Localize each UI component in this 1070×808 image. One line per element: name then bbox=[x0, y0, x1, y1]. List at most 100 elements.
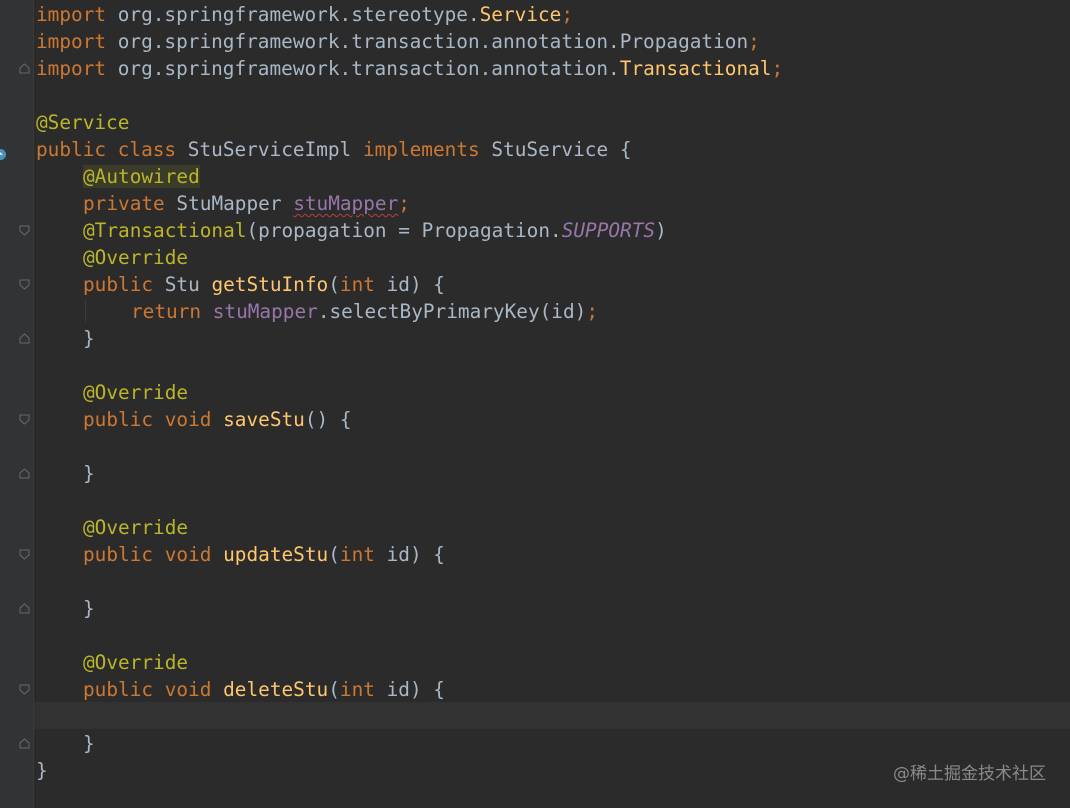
annotation: @Autowired bbox=[83, 165, 200, 188]
code-line[interactable]: public void updateStu(int id) { bbox=[83, 541, 445, 568]
code-line[interactable]: public Stu getStuInfo(int id) { bbox=[83, 271, 445, 298]
fold-start-icon[interactable] bbox=[19, 684, 30, 695]
fold-start-icon[interactable] bbox=[19, 279, 30, 290]
code-line[interactable]: } bbox=[83, 730, 95, 757]
semicolon: ; bbox=[771, 57, 784, 80]
code-line[interactable]: @Override bbox=[83, 514, 188, 541]
watermark: @稀土掘金技术社区 bbox=[893, 764, 1046, 784]
paren: ( bbox=[246, 219, 259, 242]
keyword: import bbox=[36, 57, 107, 80]
fold-end-icon[interactable] bbox=[19, 468, 30, 479]
keyword: implements bbox=[362, 138, 480, 161]
code-line[interactable]: } bbox=[36, 757, 48, 784]
keyword: public bbox=[83, 543, 154, 566]
fold-start-icon[interactable] bbox=[19, 549, 30, 560]
params: () { bbox=[304, 408, 352, 431]
fold-start-icon[interactable] bbox=[19, 414, 30, 425]
gutter-separator bbox=[33, 0, 34, 808]
keyword: int bbox=[339, 678, 375, 701]
annotation-param: propagation bbox=[258, 219, 387, 242]
class-name: StuServiceImpl bbox=[187, 138, 352, 161]
keyword: void bbox=[164, 543, 212, 566]
code-line[interactable]: import org.springframework.stereotype.Se… bbox=[36, 1, 573, 28]
package-path: org.springframework.transaction.annotati… bbox=[106, 57, 620, 80]
code-line[interactable]: public void saveStu() { bbox=[83, 406, 352, 433]
imported-class: Service bbox=[479, 3, 562, 26]
semicolon: ; bbox=[561, 3, 574, 26]
keyword: public bbox=[83, 273, 154, 296]
params: id) { bbox=[374, 543, 445, 566]
fold-end-icon[interactable] bbox=[19, 333, 30, 344]
method-name: saveStu bbox=[223, 408, 305, 431]
code-line[interactable]: @Transactional(propagation = Propagation… bbox=[83, 217, 667, 244]
keyword: public bbox=[36, 138, 107, 161]
enum-class: Propagation. bbox=[421, 219, 562, 242]
fold-end-icon[interactable] bbox=[19, 603, 30, 614]
code-line[interactable]: private StuMapper stuMapper; bbox=[83, 190, 410, 217]
paren: ( bbox=[328, 273, 340, 296]
interface-name: StuService bbox=[491, 138, 609, 161]
keyword: import bbox=[36, 30, 107, 53]
method-call: .selectByPrimaryKey(id) bbox=[317, 300, 587, 323]
params: id) { bbox=[374, 678, 445, 701]
paren: ( bbox=[328, 543, 340, 566]
keyword: void bbox=[164, 408, 212, 431]
method-name: updateStu bbox=[223, 543, 329, 566]
annotation: @Override bbox=[83, 651, 189, 674]
keyword: class bbox=[117, 138, 177, 161]
package-path: org.springframework.transaction.annotati… bbox=[106, 30, 749, 53]
code-line[interactable]: } bbox=[83, 460, 95, 487]
type-name: Stu bbox=[164, 273, 200, 296]
code-line[interactable]: @Override bbox=[83, 244, 188, 271]
code-line[interactable]: } bbox=[83, 595, 95, 622]
keyword: int bbox=[339, 543, 375, 566]
keyword: public bbox=[83, 408, 154, 431]
method-name: deleteStu bbox=[223, 678, 329, 701]
field-name: stuMapper bbox=[293, 192, 399, 215]
paren: ) bbox=[655, 219, 667, 242]
implements-gutter-icon[interactable] bbox=[0, 143, 7, 160]
code-line[interactable]: public void deleteStu(int id) { bbox=[83, 676, 445, 703]
paren: ( bbox=[328, 678, 340, 701]
code-editor[interactable]: import org.springframework.stereotype.Se… bbox=[0, 0, 1070, 808]
annotation: @Transactional bbox=[83, 219, 247, 242]
brace: } bbox=[83, 462, 95, 485]
keyword: private bbox=[83, 192, 165, 215]
code-line[interactable]: @Autowired bbox=[83, 163, 200, 190]
code-line[interactable]: return stuMapper.selectByPrimaryKey(id); bbox=[131, 298, 598, 325]
type-name: StuMapper bbox=[176, 192, 282, 215]
fold-end-icon[interactable] bbox=[19, 63, 30, 74]
method-name: getStuInfo bbox=[211, 273, 329, 296]
code-line[interactable]: import org.springframework.transaction.a… bbox=[36, 55, 783, 82]
keyword: int bbox=[339, 273, 375, 296]
fold-start-icon[interactable] bbox=[19, 225, 30, 236]
equals: = bbox=[386, 219, 422, 242]
keyword: import bbox=[36, 3, 107, 26]
annotation: @Override bbox=[83, 381, 189, 404]
code-line[interactable]: @Service bbox=[36, 109, 129, 136]
semicolon: ; bbox=[748, 30, 760, 53]
annotation: @Override bbox=[83, 516, 189, 539]
indent-guide bbox=[85, 300, 86, 322]
package-path: org.springframework.stereotype. bbox=[106, 3, 480, 26]
imported-class: Transactional bbox=[619, 57, 772, 80]
brace: } bbox=[83, 597, 95, 620]
code-line[interactable]: } bbox=[83, 325, 95, 352]
keyword: void bbox=[164, 678, 212, 701]
brace: { bbox=[619, 138, 632, 161]
code-line[interactable]: @Override bbox=[83, 379, 188, 406]
annotation: @Override bbox=[83, 246, 189, 269]
brace: } bbox=[36, 759, 48, 782]
semicolon: ; bbox=[586, 300, 599, 323]
code-line[interactable]: public class StuServiceImpl implements S… bbox=[36, 136, 632, 163]
params: id) { bbox=[374, 273, 445, 296]
keyword: return bbox=[131, 300, 202, 323]
semicolon: ; bbox=[398, 192, 410, 215]
fold-end-icon[interactable] bbox=[19, 738, 30, 749]
code-line[interactable]: @Override bbox=[83, 649, 188, 676]
keyword: public bbox=[83, 678, 154, 701]
field-name: stuMapper bbox=[212, 300, 318, 323]
enum-constant: SUPPORTS bbox=[561, 219, 656, 242]
annotation: @Service bbox=[36, 111, 130, 134]
code-line[interactable]: import org.springframework.transaction.a… bbox=[36, 28, 760, 55]
